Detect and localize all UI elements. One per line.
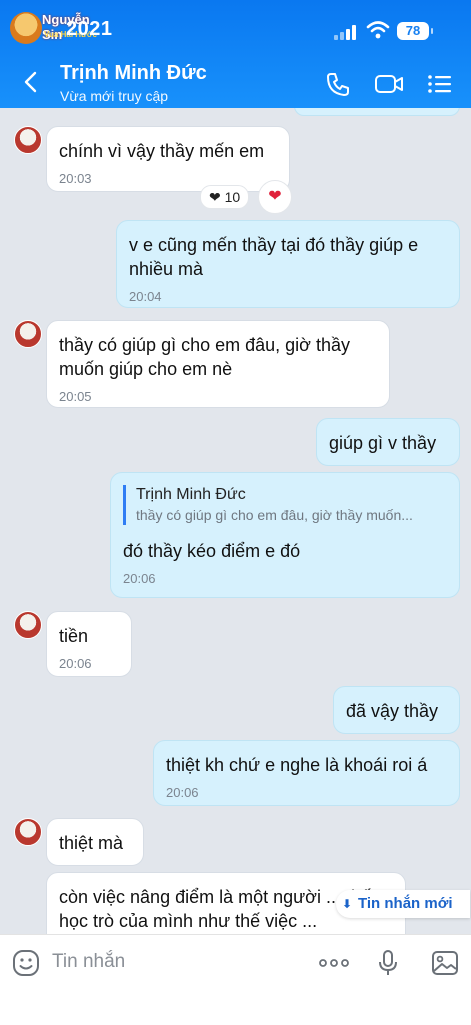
quoted-message[interactable]: Trịnh Minh Đức thầy có giúp gì cho em đâ…: [123, 485, 447, 525]
emoji-icon[interactable]: [12, 949, 40, 977]
microphone-icon[interactable]: [374, 949, 402, 977]
message-bubble-sent[interactable]: v e cũng mến thầy tại đó thầy giúp e nhi…: [116, 220, 460, 308]
message-text: đã vậy thầy: [346, 701, 439, 721]
message-text: còn việc nâng điểm là một người ... thấy…: [59, 887, 381, 931]
avatar[interactable]: [14, 126, 42, 154]
logo-avatar-icon: [10, 12, 42, 44]
message-time: 20:05: [59, 389, 92, 404]
previous-message-bubble: [294, 108, 460, 116]
contact-name[interactable]: Trịnh Minh Đức: [60, 62, 207, 85]
message-time: 20:06: [166, 785, 199, 800]
back-arrow-icon[interactable]: [20, 70, 44, 94]
status-time: 2021: [66, 18, 113, 40]
message-bubble-sent[interactable]: đã vậy thầy: [333, 686, 460, 734]
message-time: 20:06: [59, 656, 92, 671]
message-bubble-sent[interactable]: giúp gì v thầy: [316, 418, 460, 466]
message-bubble-sent[interactable]: thiệt kh chứ e nghe là khoái roi á 20:06: [153, 740, 460, 806]
heart-reaction-icon[interactable]: ❤: [258, 180, 292, 214]
message-text: thiệt mà: [59, 833, 124, 853]
quoted-author: Trịnh Minh Đức: [136, 486, 246, 503]
message-text: thiệt kh chứ e nghe là khoái roi á: [166, 755, 428, 775]
message-bubble-received[interactable]: thiệt mà: [46, 818, 144, 866]
new-messages-button[interactable]: ⬇ Tin nhắn mới: [336, 890, 470, 918]
phone-call-icon[interactable]: [324, 70, 352, 98]
avatar[interactable]: [14, 611, 42, 639]
signal-icon: [334, 24, 360, 40]
chat-header: Nguyễn Sin Vua Hài Hước 2021 78 Trịnh Mi…: [0, 0, 471, 108]
avatar[interactable]: [14, 818, 42, 846]
message-time: 20:04: [129, 289, 162, 304]
wifi-icon: [366, 21, 390, 39]
message-text: giúp gì v thầy: [329, 433, 437, 453]
contact-status: Vừa mới truy cập: [60, 88, 169, 104]
video-call-icon[interactable]: [374, 70, 404, 98]
message-text: v e cũng mến thầy tại đó thầy giúp e nhi…: [129, 235, 419, 279]
reaction-count[interactable]: ❤ 10: [200, 185, 250, 209]
message-time: 20:03: [59, 171, 92, 186]
more-options-icon[interactable]: [318, 949, 350, 977]
message-text: tiền: [59, 626, 89, 646]
message-list[interactable]: chính vì vậy thầy mến em 20:03 ❤ 10 ❤ v …: [0, 108, 471, 934]
image-gallery-icon[interactable]: [431, 949, 459, 977]
new-messages-label: Tin nhắn mới: [358, 895, 453, 912]
message-time: 20:06: [123, 571, 156, 586]
message-text: chính vì vậy thầy mến em: [59, 141, 265, 161]
menu-list-icon[interactable]: [426, 70, 454, 98]
quoted-text: thầy có giúp gì cho em đâu, giờ thầy muố…: [136, 507, 413, 523]
message-bubble-sent-reply[interactable]: Trịnh Minh Đức thầy có giúp gì cho em đâ…: [110, 472, 460, 598]
message-composer: Tin nhắn: [0, 934, 471, 1025]
message-input[interactable]: Tin nhắn: [52, 951, 125, 973]
battery-indicator: 78: [397, 22, 433, 40]
message-bubble-received[interactable]: thầy có giúp gì cho em đâu, giờ thầy muố…: [46, 320, 390, 408]
message-bubble-received[interactable]: tiền 20:06: [46, 611, 132, 677]
message-bubble-received[interactable]: chính vì vậy thầy mến em 20:03: [46, 126, 290, 192]
double-chevron-down-icon: ⬇: [341, 897, 353, 911]
avatar[interactable]: [14, 320, 42, 348]
message-text: thầy có giúp gì cho em đâu, giờ thầy muố…: [59, 335, 350, 379]
message-text: đó thầy kéo điểm e đó: [123, 541, 301, 561]
